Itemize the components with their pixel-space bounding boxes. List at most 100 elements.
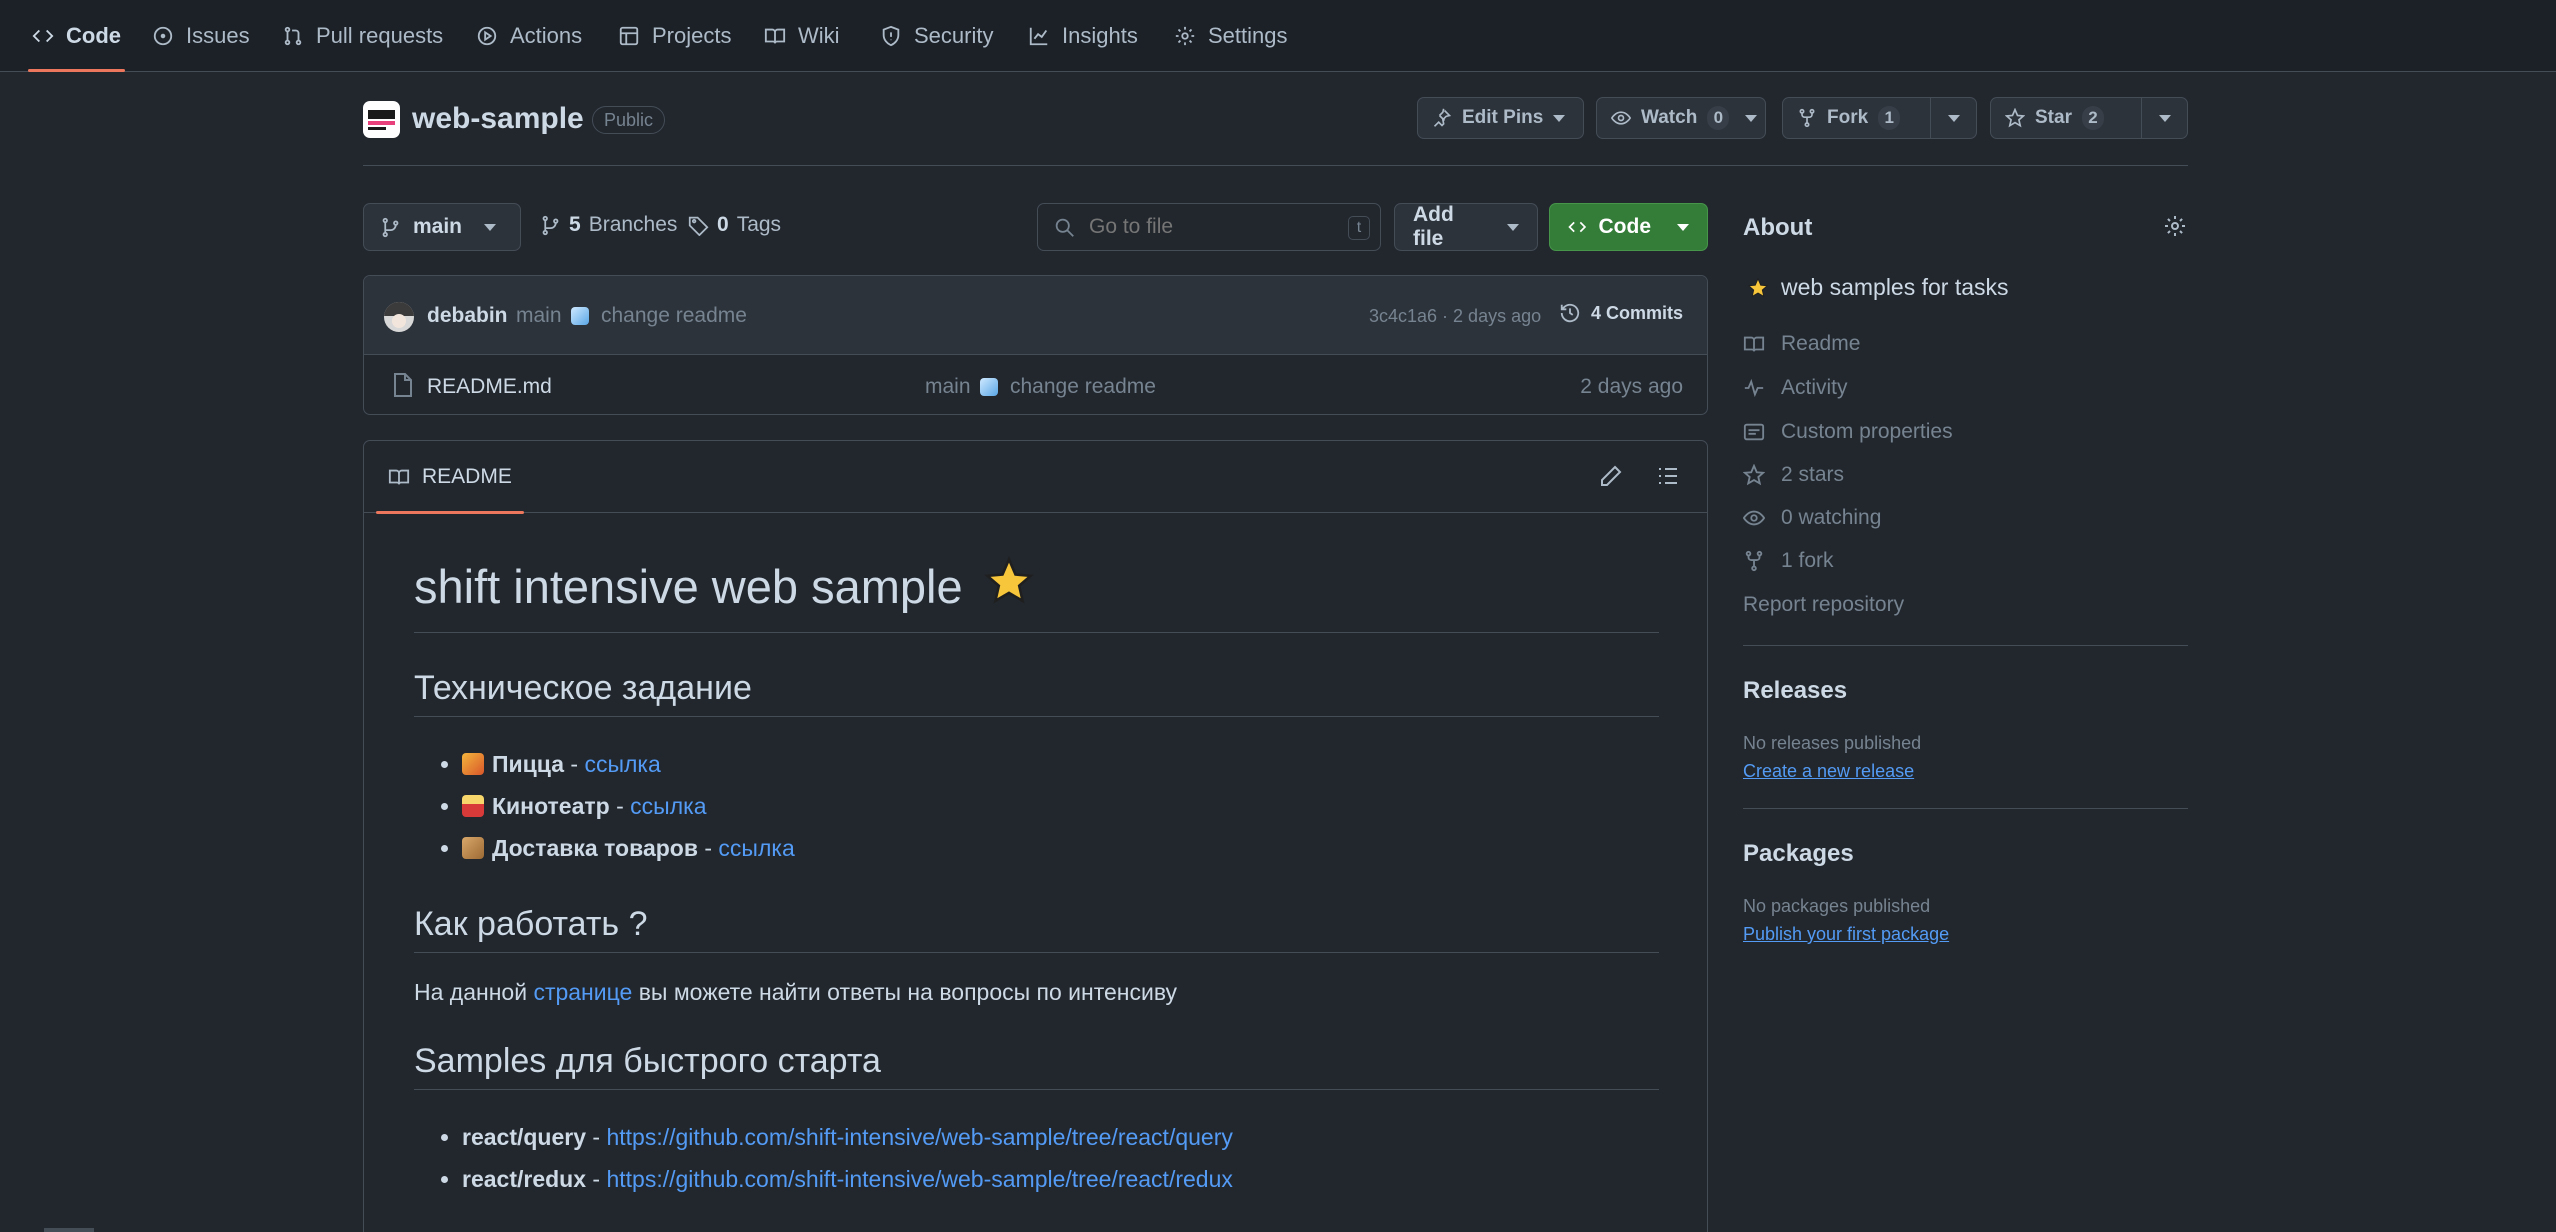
commits-link[interactable]: 4 Commits <box>1559 302 1683 324</box>
history-icon <box>1560 303 1580 323</box>
readme-content: shift intensive web sample Техническое з… <box>414 556 1659 1200</box>
popcorn-icon <box>462 795 484 817</box>
repo-name[interactable]: web-sample <box>412 102 584 136</box>
fork-icon <box>1799 108 1815 128</box>
edit-pins-button[interactable]: Edit Pins <box>1417 97 1584 139</box>
heading-samples: Samples для быстрого старта <box>414 1042 1659 1090</box>
star-emoji-icon <box>983 556 1034 604</box>
pulse-icon <box>1744 378 1764 398</box>
about-custom-properties[interactable]: Custom properties <box>1743 420 1953 444</box>
about-forks[interactable]: 1 fork <box>1743 549 1834 573</box>
code-icon <box>32 29 54 43</box>
pull-request-icon <box>284 26 302 46</box>
star-dropdown[interactable] <box>2141 98 2187 138</box>
tab-label: Issues <box>186 23 250 48</box>
tab-security[interactable]: Security <box>868 0 1005 72</box>
avatar[interactable] <box>384 302 414 332</box>
chevron-down-icon <box>1745 114 1758 122</box>
publish-package-link[interactable]: Publish your first package <box>1743 924 1949 945</box>
list-item: Пицца - ссылка <box>462 743 1659 785</box>
tab-pull-requests[interactable]: Pull requests <box>270 0 455 72</box>
list-item: react/query - https://github.com/shift-i… <box>462 1116 1659 1158</box>
heading-how: Как работать ? <box>414 905 1659 953</box>
file-commit-time: 2 days ago <box>1580 375 1683 398</box>
code-button[interactable]: Code <box>1549 203 1708 251</box>
go-to-file-search[interactable]: t <box>1037 203 1381 251</box>
sample-link[interactable]: https://github.com/shift-intensive/web-s… <box>606 1124 1232 1150</box>
tags-label: Tags <box>736 213 782 236</box>
add-file-label: Add file <box>1413 203 1454 250</box>
how-link[interactable]: странице <box>533 979 632 1005</box>
commit-author[interactable]: debabin <box>427 304 508 328</box>
fork-button[interactable]: Fork 1 <box>1782 97 1977 139</box>
tab-insights[interactable]: Insights <box>1016 0 1150 72</box>
heading-task: Техническое задание <box>414 669 1659 717</box>
how-text-pre: На данной <box>414 979 534 1005</box>
file-commit-message[interactable]: change readme <box>1010 375 1156 399</box>
tab-actions[interactable]: Actions <box>464 0 594 72</box>
pin-icon <box>1433 108 1452 127</box>
task-link[interactable]: ссылка <box>630 793 706 819</box>
repo-avatar[interactable] <box>363 101 400 138</box>
releases-title[interactable]: Releases <box>1743 677 1847 705</box>
commits-label: 4 Commits <box>1591 302 1684 323</box>
tab-label: Settings <box>1208 23 1288 48</box>
add-file-button[interactable]: Add file <box>1394 203 1538 251</box>
branches-link[interactable]: 5 Branches <box>540 213 677 237</box>
star-button[interactable]: Star 2 <box>1990 97 2188 139</box>
outline-list-icon[interactable] <box>1656 464 1680 488</box>
task-sep: - <box>564 751 585 777</box>
commit-message[interactable]: change readme <box>601 304 747 328</box>
tab-settings[interactable]: Settings <box>1162 0 1300 72</box>
readme-title: shift intensive web sample <box>414 556 1659 633</box>
tab-label: Security <box>914 23 994 48</box>
search-icon <box>1055 218 1074 237</box>
tab-label: Pull requests <box>316 23 444 48</box>
tab-issues[interactable]: Issues <box>140 0 262 72</box>
tab-readme[interactable]: README <box>376 441 524 514</box>
branch-select[interactable]: main <box>363 203 521 251</box>
tag-icon <box>688 216 709 236</box>
chevron-down-icon <box>1507 223 1519 231</box>
pencil-icon[interactable] <box>1599 464 1623 488</box>
create-release-link[interactable]: Create a new release <box>1743 761 1914 782</box>
task-link[interactable]: ссылка <box>584 751 660 777</box>
search-input[interactable] <box>1089 215 1329 239</box>
header-divider <box>363 165 2188 166</box>
edit-pins-label: Edit Pins <box>1462 107 1544 128</box>
about-activity[interactable]: Activity <box>1743 376 1848 400</box>
ice-cube-icon <box>571 307 589 325</box>
branch-icon <box>382 217 399 237</box>
commit-hash-time[interactable]: 3c4c1a6 · 2 days ago <box>1369 306 1541 327</box>
tab-wiki[interactable]: Wiki <box>752 0 852 72</box>
fork-count: 1 <box>1878 106 1901 130</box>
latest-commit-row: debabin main change readme 3c4c1a6 · 2 d… <box>364 276 1707 355</box>
gear-icon <box>1175 26 1195 46</box>
about-watching[interactable]: 0 watching <box>1743 506 1881 530</box>
gear-icon[interactable] <box>2163 214 2187 238</box>
about-title: About <box>1743 214 1813 241</box>
about-item-label: Custom properties <box>1781 420 1953 443</box>
tags-link[interactable]: 0 Tags <box>688 213 781 237</box>
about-stars[interactable]: 2 stars <box>1743 463 1844 487</box>
watch-button[interactable]: Watch 0 <box>1596 97 1766 139</box>
fork-label: Fork <box>1827 107 1869 128</box>
task-link[interactable]: ссылка <box>718 835 794 861</box>
tab-code[interactable]: Code <box>20 0 133 72</box>
tab-projects[interactable]: Projects <box>606 0 743 72</box>
sample-sep: - <box>586 1166 607 1192</box>
packages-title[interactable]: Packages <box>1743 840 1854 868</box>
chevron-down-icon <box>484 223 497 231</box>
watch-label: Watch <box>1641 107 1698 128</box>
watch-dropdown[interactable] <box>1737 98 1765 138</box>
fork-dropdown[interactable] <box>1930 98 1976 138</box>
about-item-label: Readme <box>1781 332 1861 355</box>
releases-empty: No releases published <box>1743 733 1922 753</box>
report-repository-link[interactable]: Report repository <box>1743 593 1904 617</box>
note-icon <box>1743 423 1765 441</box>
sidebar-divider <box>1743 808 2188 809</box>
sample-link[interactable]: https://github.com/shift-intensive/web-s… <box>606 1166 1232 1192</box>
file-name[interactable]: README.md <box>427 375 552 399</box>
about-readme[interactable]: Readme <box>1743 332 1860 356</box>
task-sep: - <box>609 793 631 819</box>
